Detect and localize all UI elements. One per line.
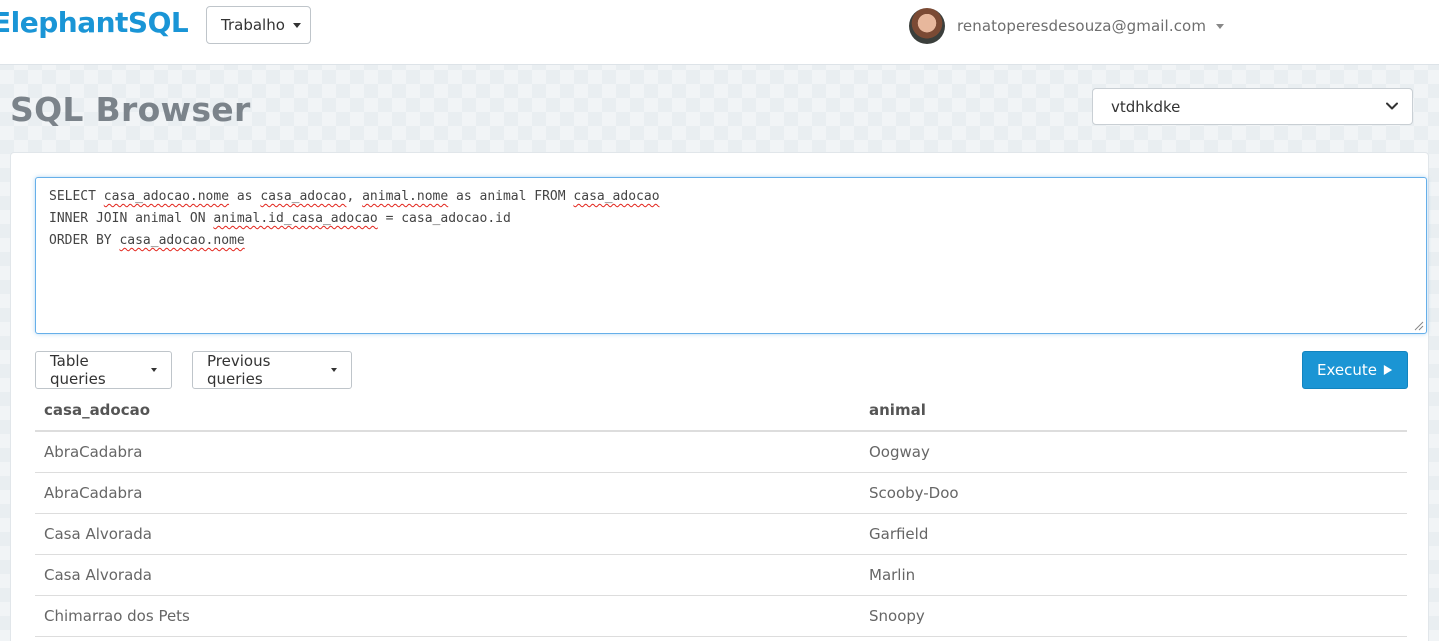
- query-line: INNER JOIN animal ON animal.id_casa_adoc…: [49, 211, 511, 226]
- execute-button[interactable]: Execute: [1302, 351, 1408, 389]
- table-row: AbraCadabra Oogway: [35, 432, 1407, 473]
- results-table: casa_adocao animal AbraCadabra Oogway Ab…: [35, 389, 1407, 637]
- caret-down-icon: [151, 368, 157, 372]
- query-line: SELECT casa_adocao.nome as casa_adocao, …: [49, 189, 660, 204]
- previous-queries-button[interactable]: Previous queries: [192, 351, 352, 389]
- caret-down-icon: [1216, 23, 1225, 29]
- column-header: animal: [869, 400, 926, 419]
- team-dropdown-label: Trabalho: [221, 16, 285, 34]
- resize-handle-icon[interactable]: [1413, 320, 1424, 331]
- table-queries-button[interactable]: Table queries: [35, 351, 172, 389]
- spellcheck-word: animal.id_casa_adocao: [213, 211, 378, 226]
- spellcheck-word: casa_adocao.nome: [119, 233, 245, 248]
- table-cell: AbraCadabra: [44, 443, 143, 461]
- table-cell: Garfield: [869, 525, 929, 543]
- database-select-value: vtdhkdke: [1111, 97, 1181, 116]
- table-cell: Marlin: [869, 566, 916, 584]
- team-dropdown-button[interactable]: Trabalho: [206, 6, 311, 44]
- query-editor[interactable]: SELECT casa_adocao.nome as casa_adocao, …: [35, 177, 1427, 334]
- top-navbar: ElephantSQL Trabalho renatoperesdesouza@…: [0, 0, 1439, 65]
- spellcheck-word: casa_adocao: [573, 189, 660, 204]
- brand-logo[interactable]: ElephantSQL: [0, 6, 189, 39]
- table-cell: Casa Alvorada: [44, 566, 152, 584]
- previous-queries-label: Previous queries: [207, 352, 271, 388]
- user-email: renatoperesdesouza@gmail.com: [957, 17, 1207, 35]
- table-row: Chimarrao dos Pets Snoopy: [35, 596, 1407, 637]
- chevron-down-icon: [1386, 102, 1398, 110]
- play-icon: [1383, 365, 1393, 375]
- avatar: [909, 8, 945, 44]
- spellcheck-word: casa_adocao: [260, 189, 347, 204]
- table-row: Casa Alvorada Garfield: [35, 514, 1407, 555]
- sql-browser-card: SELECT casa_adocao.nome as casa_adocao, …: [10, 152, 1429, 641]
- table-cell: Scooby-Doo: [869, 484, 959, 502]
- table-cell: Snoopy: [869, 607, 925, 625]
- spellcheck-word: casa_adocao.nome: [103, 189, 230, 204]
- table-row: AbraCadabra Scooby-Doo: [35, 473, 1407, 514]
- table-queries-label: Table queries: [50, 352, 106, 388]
- database-select[interactable]: vtdhkdke: [1092, 88, 1413, 125]
- caret-down-icon: [292, 22, 301, 28]
- column-header: casa_adocao: [44, 400, 151, 419]
- user-menu[interactable]: renatoperesdesouza@gmail.com: [909, 8, 1225, 44]
- results-header: casa_adocao animal: [35, 389, 1407, 432]
- query-line: ORDER BY casa_adocao.nome: [49, 233, 245, 248]
- execute-label: Execute: [1317, 361, 1377, 379]
- caret-down-icon: [331, 368, 337, 372]
- table-row: Casa Alvorada Marlin: [35, 555, 1407, 596]
- table-cell: Oogway: [869, 443, 930, 461]
- page-title: SQL Browser: [10, 90, 251, 129]
- table-cell: AbraCadabra: [44, 484, 143, 502]
- table-cell: Chimarrao dos Pets: [44, 607, 190, 625]
- table-cell: Casa Alvorada: [44, 525, 152, 543]
- spellcheck-word: animal.nome: [362, 189, 449, 204]
